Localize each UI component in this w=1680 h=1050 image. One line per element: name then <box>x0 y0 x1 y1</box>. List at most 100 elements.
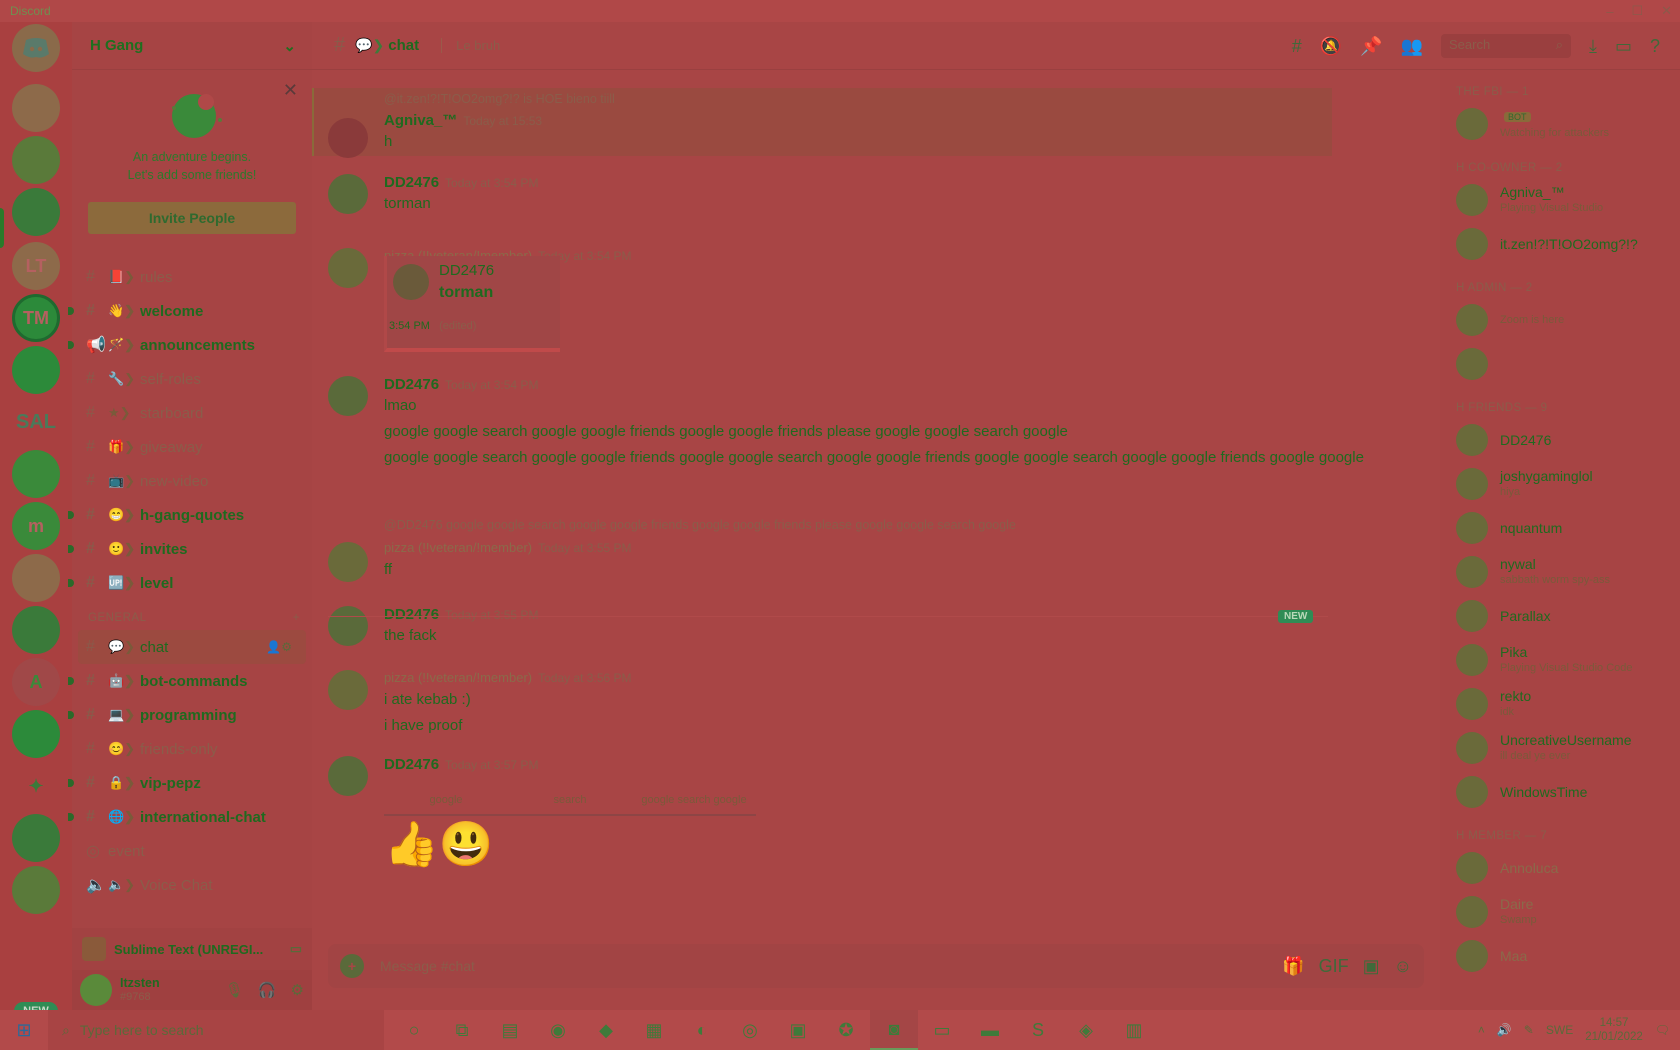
channel-announcements[interactable]: 📢 🪄❯ announcements <box>68 328 312 362</box>
avatar[interactable] <box>80 974 112 1006</box>
channel-starboard[interactable]: # ★❯ starboard <box>72 396 312 430</box>
threads-icon[interactable]: # <box>1292 36 1302 57</box>
help-icon[interactable]: ? <box>1650 36 1660 57</box>
message-author[interactable]: DD2476 Today at 3:54 PM <box>384 376 538 393</box>
close-button[interactable]: ✕ <box>1661 3 1672 19</box>
inbox-icon[interactable]: ▭ <box>1615 36 1632 57</box>
cortana-icon[interactable]: ○ <box>390 1010 438 1050</box>
server-icon[interactable] <box>12 136 60 184</box>
channel-bot-commands[interactable]: # 🤖❯ bot-commands <box>68 664 312 698</box>
sticker-icon[interactable]: ▣ <box>1363 956 1380 977</box>
member-item[interactable]: rekto idk <box>1440 682 1680 726</box>
pin-icon[interactable]: 📌 <box>1360 36 1382 57</box>
google-button[interactable]: google <box>384 786 508 816</box>
avatar[interactable] <box>328 756 368 796</box>
sublime-text-icon[interactable]: S <box>1014 1010 1062 1050</box>
channel-h-gang-quotes[interactable]: # 😁❯ h-gang-quotes <box>68 498 312 532</box>
server-icon[interactable]: TM <box>12 294 60 342</box>
activity-bar[interactable]: Sublime Text (UNREGI... ▭ <box>72 928 312 970</box>
google-search-google-button[interactable]: google search google <box>632 786 756 816</box>
message-author[interactable]: DD2476 Today at 3:54 PM <box>384 174 538 191</box>
app-icon[interactable]: ▬ <box>966 1010 1014 1050</box>
server-icon[interactable]: A <box>12 658 60 706</box>
server-icon[interactable]: m <box>12 502 60 550</box>
chrome-icon[interactable]: ◎ <box>726 1010 774 1050</box>
close-icon[interactable]: ✕ <box>283 80 298 101</box>
browser-icon[interactable]: ◐ <box>678 1010 726 1050</box>
minimize-button[interactable]: – <box>1606 4 1613 19</box>
language-indicator[interactable]: SWE <box>1546 1023 1573 1037</box>
screen-share-icon[interactable]: ▭ <box>290 941 302 957</box>
member-item[interactable]: UncreativeUsername ill deal ye ever <box>1440 726 1680 770</box>
member-item[interactable]: BOT Watching for attackers <box>1440 102 1680 146</box>
avatar[interactable] <box>328 376 368 416</box>
pen-icon[interactable]: ✎ <box>1524 1023 1534 1037</box>
taskbar-search-input[interactable]: ⌕ Type here to search <box>48 1010 384 1050</box>
message-author[interactable]: Agniva_™ Today at 15:53 <box>384 112 542 129</box>
channel-programming[interactable]: # 💻❯ programming <box>68 698 312 732</box>
guild-header[interactable]: H Gang ⌄ <box>72 22 312 70</box>
server-icon[interactable] <box>12 84 60 132</box>
gif-icon[interactable]: GIF <box>1319 956 1349 977</box>
discord-taskbar-icon[interactable]: ◙ <box>870 1010 918 1050</box>
windows-start-icon[interactable]: ⊞ <box>0 1010 48 1050</box>
server-icon[interactable] <box>12 554 60 602</box>
message-author[interactable]: pizza (!!veteran/!member) Today at 3:55 P… <box>384 540 632 555</box>
invite-people-button[interactable]: Invite People <box>88 202 296 234</box>
member-list-icon[interactable]: 👥 <box>1401 36 1423 57</box>
app-icon[interactable]: ◈ <box>1062 1010 1110 1050</box>
search-input[interactable]: Search ⌕ <box>1441 34 1571 58</box>
server-icon[interactable] <box>12 346 60 394</box>
maximize-button[interactable]: ☐ <box>1631 3 1643 19</box>
notification-bell-icon[interactable]: 🔕 <box>1320 36 1342 57</box>
channel-event[interactable]: ◎ event <box>72 834 312 868</box>
member-item[interactable]: DD2476 <box>1440 418 1680 462</box>
message-author[interactable]: pizza (!!veteran/!member) Today at 3:56 P… <box>384 670 632 685</box>
channel-invites[interactable]: # 🙂❯ invites <box>68 532 312 566</box>
search-button[interactable]: search <box>508 786 632 816</box>
avatar[interactable] <box>328 542 368 582</box>
add-channel-icon[interactable]: + <box>293 612 300 624</box>
member-item[interactable]: Pika Playing Visual Studio Code <box>1440 638 1680 682</box>
channel-settings-icon[interactable]: 👤⚙ <box>266 640 292 654</box>
channel-new-video[interactable]: # 📺❯ new-video <box>72 464 312 498</box>
server-icon[interactable]: LT <box>12 242 60 290</box>
member-item[interactable]: Zoom is here <box>1440 298 1680 342</box>
channel-giveaway[interactable]: # 🎁❯ giveaway <box>72 430 312 464</box>
app-icon[interactable]: ◉ <box>534 1010 582 1050</box>
channel-self-roles[interactable]: # 🔧❯ self-roles <box>72 362 312 396</box>
store-icon[interactable]: ▦ <box>630 1010 678 1050</box>
server-icon-selected[interactable] <box>12 188 60 236</box>
member-item[interactable] <box>1440 342 1680 386</box>
channel-welcome[interactable]: # 👋❯ welcome <box>68 294 312 328</box>
app-icon[interactable]: ◆ <box>582 1010 630 1050</box>
channel-vip-pepz[interactable]: # 🔒❯ vip-pepz <box>68 766 312 800</box>
blender-icon[interactable]: ✪ <box>822 1010 870 1050</box>
message-input[interactable]: Message #chat <box>380 958 475 974</box>
app-icon[interactable]: ▥ <box>1110 1010 1158 1050</box>
server-icon[interactable] <box>12 606 60 654</box>
member-item[interactable]: Agniva_™ Playing Visual Studio <box>1440 178 1680 222</box>
avatar[interactable] <box>328 670 368 710</box>
volume-icon[interactable]: 🔊 <box>1497 1023 1512 1037</box>
member-item[interactable]: WindowsTime <box>1440 770 1680 814</box>
reply-reference[interactable]: @DD2476 google google search google goog… <box>384 518 1016 532</box>
member-item[interactable]: nquantum <box>1440 506 1680 550</box>
microphone-icon[interactable]: 🎙 <box>225 981 244 999</box>
terminal-icon[interactable]: ▭ <box>918 1010 966 1050</box>
notification-center-icon[interactable]: 🗨 <box>1655 1023 1670 1037</box>
reply-reference[interactable]: @it.zen!?!T!OO2omg?!? is HOE bieno tiill <box>384 92 615 106</box>
message-author[interactable]: DD2476 Today at 3:57 PM <box>384 756 538 773</box>
member-item[interactable]: it.zen!?!T!OO2omg?!? <box>1440 222 1680 266</box>
gift-icon[interactable]: 🎁 <box>1282 956 1304 977</box>
category-general[interactable]: GENERAL + <box>72 600 312 630</box>
server-icon[interactable] <box>12 710 60 758</box>
member-item[interactable]: Maa <box>1440 934 1680 978</box>
channel-rules[interactable]: # 📕❯ rules <box>72 260 312 294</box>
channel-voice-chat[interactable]: 🔈 🔈❯ Voice Chat <box>72 868 312 902</box>
gear-icon[interactable]: ⚙ <box>291 981 304 999</box>
headphones-icon[interactable]: 🎧 <box>258 981 277 999</box>
home-discord-icon[interactable] <box>12 24 60 72</box>
avatar[interactable] <box>328 174 368 214</box>
server-icon[interactable]: SAL <box>12 398 60 446</box>
